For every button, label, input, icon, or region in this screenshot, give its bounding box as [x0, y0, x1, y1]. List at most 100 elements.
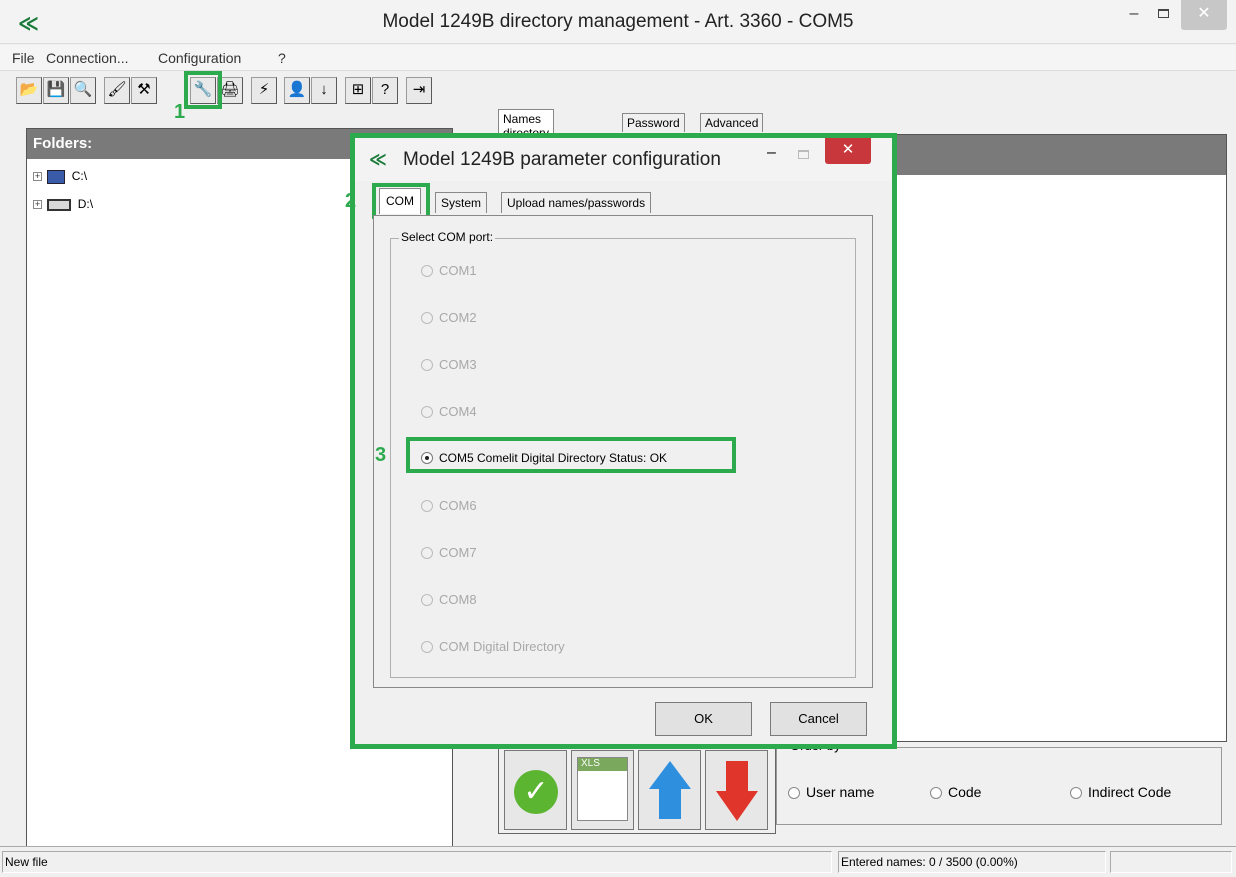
radio-label: Code [948, 784, 982, 800]
menu-connection[interactable]: Connection... [46, 50, 129, 66]
dialog-minimize-button[interactable]: – [767, 144, 776, 162]
ok-button[interactable]: OK [655, 702, 752, 736]
sort-az-icon[interactable]: ↓ [311, 77, 337, 104]
open-folder-icon[interactable]: 📂 [16, 77, 42, 104]
maximize-icon [1157, 9, 1169, 18]
com-digital-directory-radio[interactable]: COM Digital Directory [421, 639, 565, 654]
preview-icon[interactable]: 🔍 [70, 77, 96, 104]
tab-advanced[interactable]: Advanced [700, 113, 764, 132]
radio-icon [421, 641, 433, 653]
maximize-button[interactable] [1150, 0, 1176, 30]
tree-label: D:\ [77, 197, 94, 211]
xls-label: XLS [578, 758, 627, 771]
radio-label: Indirect Code [1088, 784, 1172, 800]
radio-label: COM7 [439, 545, 477, 560]
radio-icon [421, 359, 433, 371]
dialog-maximize-button[interactable] [798, 142, 809, 162]
excel-icon: XLS [577, 757, 628, 821]
radio-icon [421, 265, 433, 277]
download-button[interactable] [705, 750, 768, 830]
minimize-button[interactable]: – [1121, 0, 1147, 30]
radio-label: COM6 [439, 498, 477, 513]
expand-icon[interactable]: + [33, 172, 42, 182]
arrow-down-icon [716, 791, 758, 821]
callout-number-1: 1 [174, 101, 186, 123]
check-icon: ✓ [514, 770, 558, 814]
tab-password[interactable]: Password [622, 113, 685, 132]
expand-icon[interactable]: + [33, 200, 42, 210]
menu-bar: File Connection... Configuration ? [0, 45, 1236, 71]
order-user-name-radio[interactable]: User name [788, 784, 874, 800]
com8-radio[interactable]: COM8 [421, 592, 477, 607]
radio-label: COM4 [439, 404, 477, 419]
com1-radio[interactable]: COM1 [421, 263, 477, 278]
calculator-icon[interactable]: ⊞ [345, 77, 371, 104]
com-tab-callout-box [372, 183, 430, 219]
status-extra [1110, 851, 1232, 873]
confirm-button[interactable]: ✓ [504, 750, 567, 830]
radio-icon [930, 787, 942, 799]
cancel-button[interactable]: Cancel [770, 702, 867, 736]
tree-label: C:\ [71, 169, 88, 183]
com-tab-panel: Select COM port: COM1 COM2 COM3 COM4 COM… [373, 215, 873, 688]
arrow-up-shaft [659, 789, 681, 819]
radio-label: COM1 [439, 263, 477, 278]
close-button[interactable]: ✕ [1181, 0, 1227, 30]
order-code-radio[interactable]: Code [930, 784, 981, 800]
radio-icon [421, 547, 433, 559]
radio-label: COM2 [439, 310, 477, 325]
maximize-icon [798, 150, 809, 159]
title-bar: ≪ Model 1249B directory management - Art… [0, 0, 1236, 44]
tab-upload-names-passwords[interactable]: Upload names/passwords [501, 192, 652, 213]
radio-icon [421, 594, 433, 606]
com-port-group: Select COM port: COM1 COM2 COM3 COM4 COM… [390, 230, 856, 678]
radio-label: COM Digital Directory [439, 639, 565, 654]
com-port-group-label: Select COM port: [399, 230, 496, 244]
status-entered-names: Entered names: 0 / 3500 (0.00%) [838, 851, 1106, 873]
radio-label: COM3 [439, 357, 477, 372]
radio-icon [421, 312, 433, 324]
com3-radio[interactable]: COM3 [421, 357, 477, 372]
drive-icon [47, 198, 72, 211]
window-title: Model 1249B directory management - Art. … [382, 11, 854, 32]
dialog-close-button[interactable]: ✕ [825, 138, 871, 164]
help-icon[interactable]: ? [372, 77, 398, 104]
radio-label: User name [806, 784, 875, 800]
print-settings-icon[interactable]: 🖌 [104, 77, 130, 104]
status-bar: New file Entered names: 0 / 3500 (0.00%) [0, 846, 1236, 877]
menu-file[interactable]: File [12, 50, 35, 66]
radio-icon [788, 787, 800, 799]
tab-system[interactable]: System [435, 192, 488, 213]
tree-item-d[interactable]: + D:\ [33, 197, 93, 211]
dialog-title-bar: ≪ Model 1249B parameter configuration – … [355, 138, 892, 181]
menu-help[interactable]: ? [278, 50, 286, 66]
tree-item-c[interactable]: + C:\ [33, 169, 87, 184]
action-bar: ✓ XLS [498, 746, 776, 834]
com4-radio[interactable]: COM4 [421, 404, 477, 419]
user-icon[interactable]: 👤 [284, 77, 310, 104]
radio-icon [421, 406, 433, 418]
configuration-callout-box [184, 71, 222, 109]
computer-icon [47, 169, 66, 184]
status-file: New file [2, 851, 832, 873]
menu-configuration[interactable]: Configuration [158, 50, 241, 66]
radio-icon [421, 500, 433, 512]
order-indirect-code-radio[interactable]: Indirect Code [1070, 784, 1171, 800]
com2-radio[interactable]: COM2 [421, 310, 477, 325]
tools-icon[interactable]: ⚒ [131, 77, 157, 104]
connect-icon[interactable]: ⚡ [251, 77, 277, 104]
save-icon[interactable]: 💾 [43, 77, 69, 104]
com5-callout-box [406, 437, 736, 473]
radio-label: COM8 [439, 592, 477, 607]
arrow-up-icon [649, 761, 691, 789]
callout-number-2: 2 [345, 190, 357, 212]
parameter-configuration-dialog: ≪ Model 1249B parameter configuration – … [345, 133, 897, 749]
com6-radio[interactable]: COM6 [421, 498, 477, 513]
radio-icon [1070, 787, 1082, 799]
com7-radio[interactable]: COM7 [421, 545, 477, 560]
upload-button[interactable] [638, 750, 701, 830]
callout-number-3: 3 [375, 444, 387, 466]
exit-icon[interactable]: ⇥ [406, 77, 432, 104]
export-xls-button[interactable]: XLS [571, 750, 634, 830]
arrow-down-shaft [726, 761, 748, 791]
